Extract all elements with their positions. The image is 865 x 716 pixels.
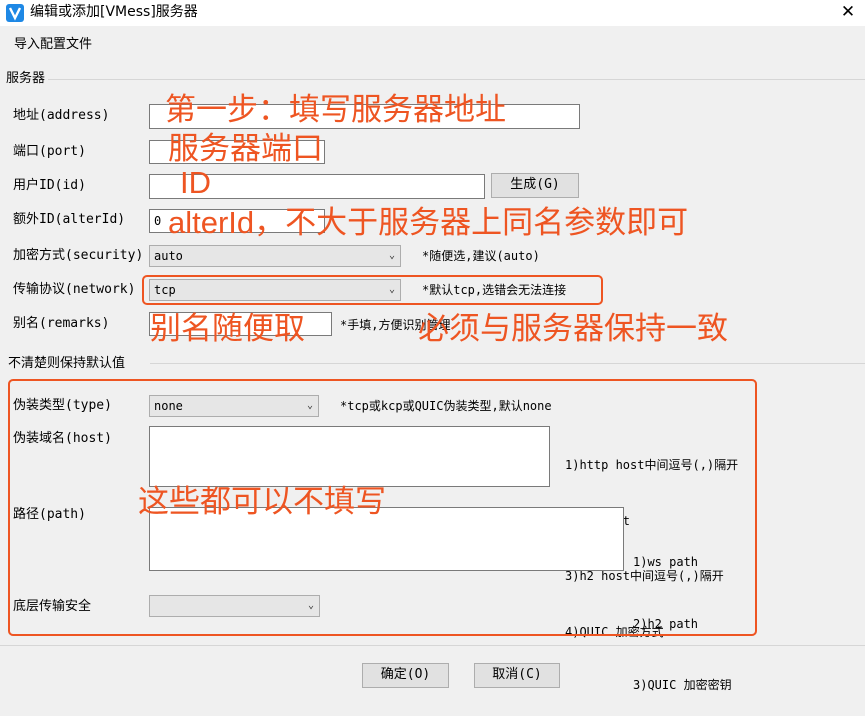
annotation-alterid: alterId，不大于服务器上同名参数即可: [168, 205, 689, 240]
network-highlight-box: [142, 275, 603, 305]
security-hint: *随便选,建议(auto): [422, 249, 540, 263]
footer-separator: [0, 645, 865, 646]
app-icon: [6, 4, 24, 22]
alter-id-label: 额外ID(alterId): [13, 212, 126, 227]
security-select-value: auto: [154, 249, 183, 263]
user-id-label: 用户ID(id): [13, 178, 86, 193]
port-label: 端口(port): [13, 144, 86, 159]
group-separator: [150, 363, 865, 364]
group-separator: [48, 79, 865, 80]
annotation-optional: 这些都可以不填写: [138, 484, 386, 519]
security-label: 加密方式(security): [13, 248, 144, 263]
annotation-remarks: 别名随便取: [150, 311, 305, 346]
advanced-group-title: 不清楚则保持默认值: [8, 356, 126, 371]
annotation-id: ID: [180, 165, 211, 200]
network-label: 传输协议(network): [13, 282, 136, 297]
server-group-title: 服务器: [6, 71, 46, 86]
path-hint-item: 3)QUIC 加密密钥: [633, 678, 732, 692]
chevron-down-icon: ⌄: [388, 250, 395, 261]
ok-button[interactable]: 确定(O): [362, 663, 449, 688]
security-select[interactable]: auto ⌄: [149, 245, 401, 267]
window-title: 编辑或添加[VMess]服务器: [30, 4, 198, 20]
annotation-network: 必须与服务器保持一致: [418, 311, 728, 346]
annotation-port: 服务器端口: [168, 131, 323, 166]
close-button[interactable]: ✕: [836, 1, 860, 23]
cancel-button[interactable]: 取消(C): [474, 663, 560, 688]
address-label: 地址(address): [13, 108, 110, 123]
menu-import-config[interactable]: 导入配置文件: [14, 37, 92, 53]
annotation-step1: 第一步：填写服务器地址: [165, 92, 506, 127]
generate-id-button[interactable]: 生成(G): [491, 173, 579, 198]
remarks-label: 别名(remarks): [13, 316, 110, 331]
